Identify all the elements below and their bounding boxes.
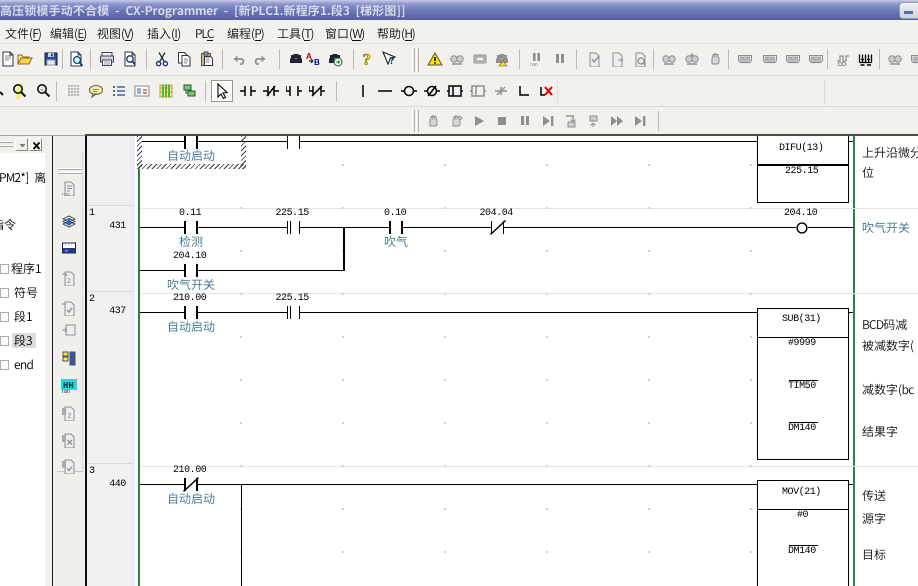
- svg-text:B: B: [314, 58, 320, 67]
- svg-text:?: ?: [389, 55, 395, 67]
- svg-text:z: z: [68, 411, 72, 420]
- svg-text:z: z: [67, 276, 71, 285]
- svg-text:ran: ran: [530, 62, 538, 67]
- svg-text:ran: ran: [62, 389, 70, 393]
- svg-text:?: ?: [363, 51, 372, 67]
- svg-text:ran: ran: [62, 192, 70, 196]
